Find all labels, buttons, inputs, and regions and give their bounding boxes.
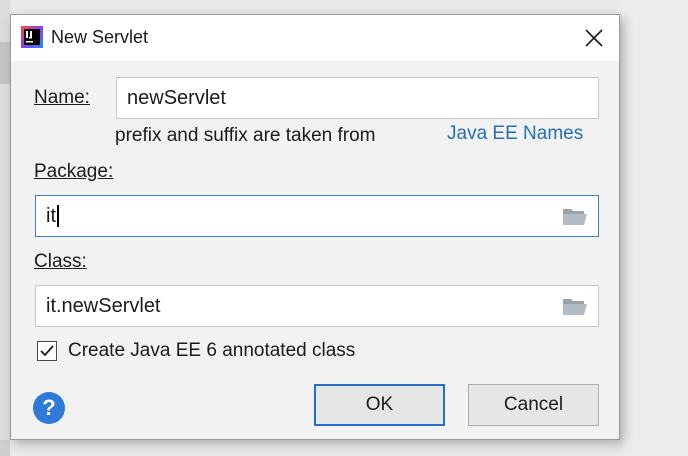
package-label-text: Package: bbox=[34, 161, 114, 182]
help-button[interactable]: ? bbox=[33, 392, 65, 424]
cancel-button[interactable]: Cancel bbox=[468, 384, 599, 426]
class-label: Class: bbox=[34, 251, 87, 273]
class-label-text: Class: bbox=[34, 251, 87, 272]
background-marker bbox=[0, 42, 10, 84]
close-icon[interactable] bbox=[577, 21, 611, 55]
java-ee-names-link[interactable]: Java EE Names bbox=[447, 123, 583, 145]
ok-button[interactable]: OK bbox=[314, 384, 445, 426]
folder-browse-icon[interactable] bbox=[562, 296, 588, 316]
background-ide-area bbox=[622, 0, 688, 456]
annotated-class-checkbox[interactable] bbox=[37, 341, 57, 361]
name-label-text: Name: bbox=[34, 87, 90, 108]
name-hint-text: prefix and suffix are taken from bbox=[115, 125, 376, 146]
background-ide-strip bbox=[0, 0, 10, 456]
title-bar: New Servlet bbox=[11, 15, 619, 61]
name-input[interactable]: newServlet bbox=[116, 77, 599, 119]
package-input[interactable]: it bbox=[35, 195, 599, 237]
dialog-title: New Servlet bbox=[51, 27, 149, 47]
background-marker-bottom bbox=[0, 440, 10, 456]
class-input[interactable]: it.newServlet bbox=[35, 285, 599, 327]
package-label: Package: bbox=[34, 161, 113, 183]
annotated-class-label[interactable]: Create Java EE 6 annotated class bbox=[68, 340, 355, 362]
checkmark-icon bbox=[40, 345, 54, 357]
class-input-value: it.newServlet bbox=[46, 294, 161, 317]
package-input-value: it bbox=[46, 204, 56, 227]
folder-browse-icon[interactable] bbox=[562, 206, 588, 226]
new-servlet-dialog: New Servlet Name: newServlet prefix and … bbox=[10, 14, 620, 440]
name-input-value: newServlet bbox=[127, 86, 226, 109]
text-caret bbox=[57, 205, 59, 227]
intellij-idea-icon bbox=[21, 26, 43, 48]
name-label: Name: bbox=[34, 87, 90, 109]
